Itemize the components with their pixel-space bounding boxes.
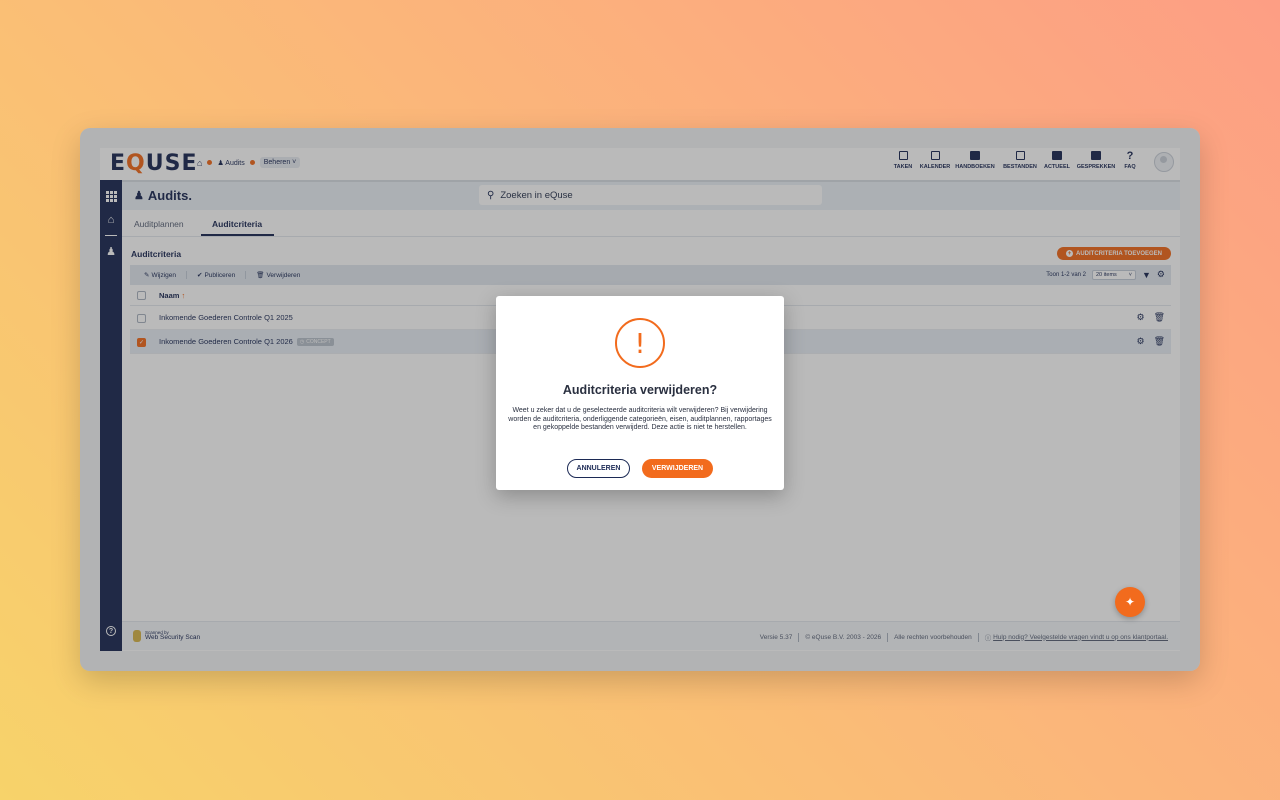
warning-icon: ! bbox=[615, 318, 665, 368]
app-window: EQUSE ⌂ ♟ Audits Beheren ˅ TAKEN KALENDE… bbox=[80, 128, 1200, 671]
ai-assistant-button[interactable]: ✦ bbox=[1115, 587, 1145, 617]
dialog-message: Weet u zeker dat u de geselecteerde audi… bbox=[508, 407, 772, 431]
confirm-delete-dialog: ! Auditcriteria verwijderen? Weet u zeke… bbox=[496, 296, 784, 490]
sparkle-icon: ✦ bbox=[1124, 595, 1136, 609]
confirm-delete-button[interactable]: VERWIJDEREN bbox=[642, 459, 713, 478]
cancel-button[interactable]: ANNULEREN bbox=[567, 459, 630, 478]
dialog-title: Auditcriteria verwijderen? bbox=[562, 383, 718, 397]
